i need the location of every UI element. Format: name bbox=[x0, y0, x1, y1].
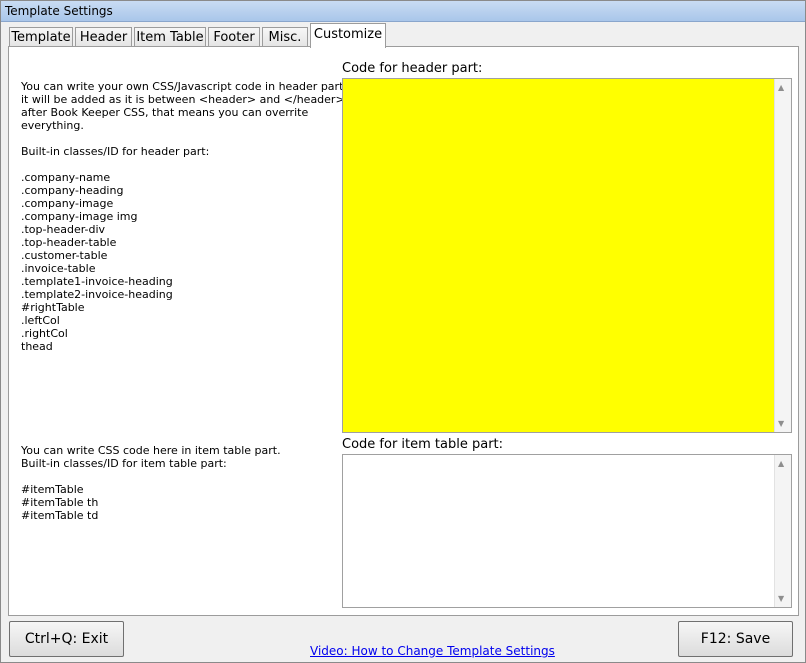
item-editor-scrollbar[interactable]: ▲ ▼ bbox=[774, 455, 791, 607]
scroll-up-icon[interactable]: ▲ bbox=[778, 459, 784, 468]
title-bar: Template Settings bbox=[1, 1, 805, 22]
header-code-label: Code for header part: bbox=[342, 61, 483, 76]
tab-misc[interactable]: Misc. bbox=[262, 27, 308, 47]
item-table-code-editor[interactable]: ▲ ▼ bbox=[342, 454, 792, 608]
header-code-editor[interactable]: ▲ ▼ bbox=[342, 78, 792, 433]
tab-item-table[interactable]: Item Table bbox=[134, 27, 206, 47]
template-settings-window: Template Settings Template Header Item T… bbox=[0, 0, 806, 663]
tab-customize[interactable]: Customize bbox=[310, 23, 386, 48]
header-info-text: You can write your own CSS/Javascript co… bbox=[21, 80, 347, 353]
customize-panel: You can write your own CSS/Javascript co… bbox=[8, 46, 799, 616]
save-button[interactable]: F12: Save bbox=[678, 621, 793, 657]
item-code-label: Code for item table part: bbox=[342, 437, 504, 452]
scroll-down-icon[interactable]: ▼ bbox=[778, 419, 784, 428]
tab-header[interactable]: Header bbox=[75, 27, 132, 47]
header-editor-scrollbar[interactable]: ▲ ▼ bbox=[774, 79, 791, 432]
exit-button[interactable]: Ctrl+Q: Exit bbox=[9, 621, 124, 657]
scroll-down-icon[interactable]: ▼ bbox=[778, 594, 784, 603]
item-table-info-text: You can write CSS code here in item tabl… bbox=[21, 444, 281, 522]
video-help-link[interactable]: Video: How to Change Template Settings bbox=[310, 644, 555, 658]
scroll-up-icon[interactable]: ▲ bbox=[778, 83, 784, 92]
tab-template[interactable]: Template bbox=[9, 27, 73, 47]
tab-footer[interactable]: Footer bbox=[208, 27, 260, 47]
window-title: Template Settings bbox=[5, 4, 113, 18]
